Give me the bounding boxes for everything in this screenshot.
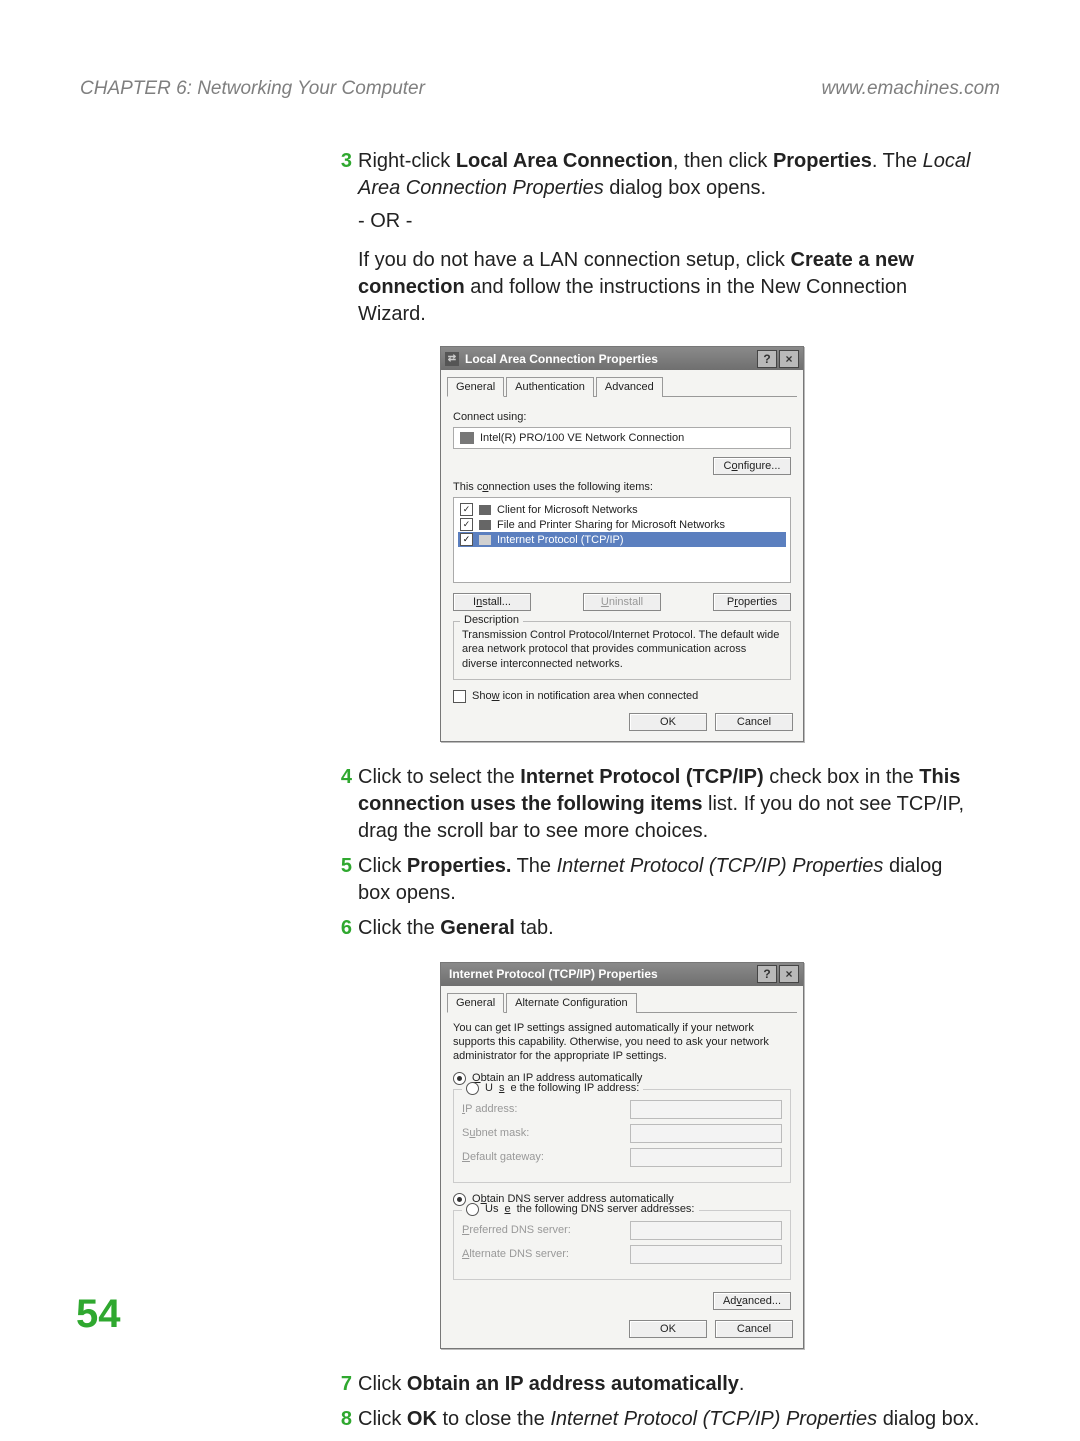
ok-button[interactable]: OK (629, 1320, 707, 1338)
tcpip-intro: You can get IP settings assigned automat… (453, 1021, 791, 1064)
nic-icon (460, 432, 474, 444)
step-8: 8 Click OK to close the Internet Protoco… (330, 1406, 980, 1433)
list-item-selected[interactable]: ✓ Internet Protocol (TCP/IP) (458, 532, 786, 547)
static-dns-group: Use the following DNS server addresses: … (453, 1210, 791, 1280)
preferred-dns-label: Preferred DNS server: (462, 1224, 571, 1236)
tab-general[interactable]: General (447, 377, 504, 397)
tab-advanced[interactable]: Advanced (596, 377, 663, 397)
service-icon (479, 520, 491, 530)
checkbox-icon[interactable]: ✓ (460, 503, 473, 516)
radio-icon[interactable] (466, 1082, 479, 1095)
chapter-header: CHAPTER 6: Networking Your Computer (80, 78, 425, 100)
gateway-label: Default gateway: (462, 1151, 544, 1163)
url-header: www.emachines.com (822, 78, 1000, 100)
install-button[interactable]: Install... (453, 593, 531, 611)
description-group: Description Transmission Control Protoco… (453, 621, 791, 680)
ok-button[interactable]: OK (629, 713, 707, 731)
cancel-button[interactable]: Cancel (715, 1320, 793, 1338)
uninstall-button: Uninstall (583, 593, 661, 611)
gateway-field (630, 1148, 782, 1167)
help-icon[interactable]: ? (757, 965, 777, 983)
client-icon (479, 505, 491, 515)
alt-instruction: If you do not have a LAN connection setu… (358, 247, 980, 328)
checkbox-icon[interactable]: ✓ (460, 533, 473, 546)
show-icon-checkbox[interactable] (453, 690, 466, 703)
alternate-dns-field (630, 1245, 782, 1264)
tcpip-properties-dialog: Internet Protocol (TCP/IP) Properties ? … (440, 962, 804, 1349)
dialog2-title: Internet Protocol (TCP/IP) Properties (449, 967, 658, 981)
cancel-button[interactable]: Cancel (715, 713, 793, 731)
items-label: This connection uses the following items… (453, 481, 791, 493)
step-5: 5 Click Properties. The Internet Protoco… (330, 853, 980, 907)
network-icon: ⇄ (445, 352, 459, 366)
show-icon-label: Show icon in notification area when conn… (472, 690, 698, 702)
components-list[interactable]: ✓ Client for Microsoft Networks ✓ File a… (453, 497, 791, 583)
radio-static-ip[interactable]: Use the following IP address: (462, 1082, 643, 1095)
static-ip-group: Use the following IP address: IP address… (453, 1089, 791, 1183)
checkbox-icon[interactable]: ✓ (460, 518, 473, 531)
list-item[interactable]: ✓ Client for Microsoft Networks (458, 502, 786, 517)
preferred-dns-field (630, 1221, 782, 1240)
properties-button[interactable]: Properties (713, 593, 791, 611)
step-3: 3 Right-click Local Area Connection, the… (330, 148, 980, 202)
configure-button[interactable]: Configure... (713, 457, 791, 475)
advanced-button[interactable]: Advanced... (713, 1292, 791, 1310)
close-icon[interactable]: × (779, 350, 799, 368)
ip-address-field (630, 1100, 782, 1119)
alternate-dns-label: Alternate DNS server: (462, 1248, 569, 1260)
radio-icon[interactable] (453, 1193, 466, 1206)
close-icon[interactable]: × (779, 965, 799, 983)
or-divider: - OR - (358, 210, 980, 233)
tab-alternate[interactable]: Alternate Configuration (506, 993, 637, 1013)
dialog2-titlebar[interactable]: Internet Protocol (TCP/IP) Properties ? … (441, 963, 803, 986)
protocol-icon (479, 535, 491, 545)
step-6: 6 Click the General tab. (330, 915, 980, 942)
radio-static-dns[interactable]: Use the following DNS server addresses: (462, 1203, 699, 1216)
list-item[interactable]: ✓ File and Printer Sharing for Microsoft… (458, 517, 786, 532)
step-7: 7 Click Obtain an IP address automatical… (330, 1371, 980, 1398)
dialog1-title: Local Area Connection Properties (465, 352, 658, 366)
ip-address-label: IP address: (462, 1103, 517, 1115)
subnet-field (630, 1124, 782, 1143)
tab-general[interactable]: General (447, 993, 504, 1013)
connect-using-label: Connect using: (453, 411, 791, 423)
step-4: 4 Click to select the Internet Protocol … (330, 764, 980, 845)
tab-authentication[interactable]: Authentication (506, 377, 594, 397)
dialog1-titlebar[interactable]: ⇄ Local Area Connection Properties ? × (441, 347, 803, 370)
help-icon[interactable]: ? (757, 350, 777, 368)
subnet-label: Subnet mask: (462, 1127, 529, 1139)
page-number: 54 (76, 1292, 121, 1337)
radio-icon[interactable] (453, 1072, 466, 1085)
lan-properties-dialog: ⇄ Local Area Connection Properties ? × G… (440, 346, 804, 742)
adapter-field: Intel(R) PRO/100 VE Network Connection (453, 427, 791, 449)
radio-icon[interactable] (466, 1203, 479, 1216)
